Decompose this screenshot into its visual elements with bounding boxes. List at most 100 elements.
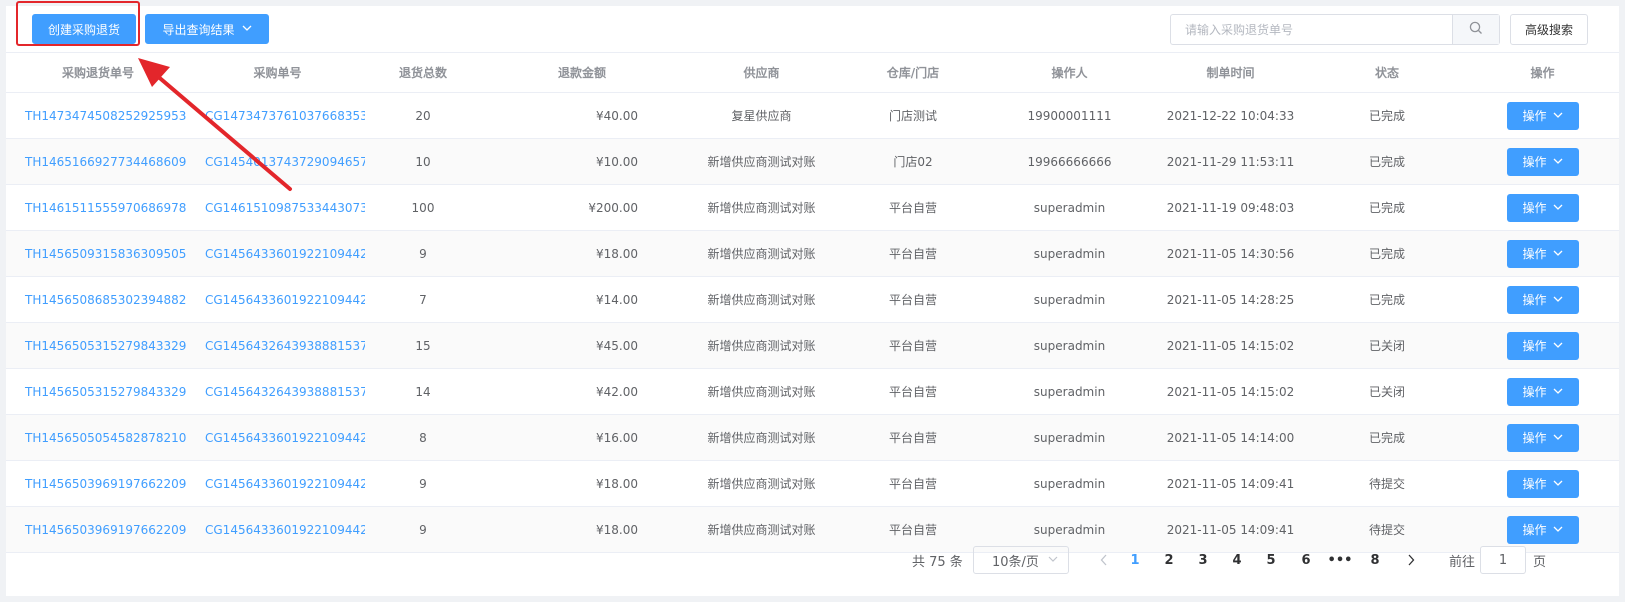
row-action-dropdown-button[interactable]: 操作 xyxy=(1506,423,1579,452)
row-action-dropdown-button[interactable]: 操作 xyxy=(1506,147,1579,176)
action-cell: 操作 xyxy=(1466,461,1619,506)
action-cell: 操作 xyxy=(1466,185,1619,230)
purchase-order-number-link[interactable]: CG1456433601922109442 xyxy=(190,461,365,506)
column-header: 供应商 xyxy=(743,66,780,80)
supplier-name: 新增供应商测试对账 xyxy=(707,201,816,215)
operator-name: superadmin xyxy=(1033,476,1106,491)
row-action-label: 操作 xyxy=(1522,201,1547,215)
purchase-order-number-link[interactable]: CG1456433601922109442 xyxy=(190,415,365,460)
refund-amount: ¥42.00 xyxy=(596,384,638,399)
return-order-number-link[interactable]: TH1473474508252925953 xyxy=(6,93,190,138)
advanced-search-button[interactable]: 高级搜索 xyxy=(1510,14,1588,45)
row-action-dropdown-button[interactable]: 操作 xyxy=(1506,193,1579,222)
export-results-button[interactable]: 导出查询结果 xyxy=(145,14,269,44)
page-size-select[interactable]: 10条/页 xyxy=(973,546,1069,574)
prev-page-button[interactable] xyxy=(1094,546,1114,574)
search-box xyxy=(1170,14,1500,45)
supplier-name: 新增供应商测试对账 xyxy=(707,155,816,169)
create-purchase-return-button[interactable]: 创建采购退货 xyxy=(32,14,136,44)
warehouse-store: 平台自营 xyxy=(888,477,937,491)
row-action-dropdown-button[interactable]: 操作 xyxy=(1506,469,1579,498)
supplier-name: 新增供应商测试对账 xyxy=(707,477,816,491)
purchase-order-number-link[interactable]: CG1456433601922109442 xyxy=(190,231,365,276)
row-action-dropdown-button[interactable]: 操作 xyxy=(1506,101,1579,130)
more-pages-ellipsis[interactable]: ••• xyxy=(1325,546,1355,574)
created-time: 2021-11-05 14:30:56 xyxy=(1166,246,1295,261)
table-row: TH1456505315279843329 CG14564326439388815… xyxy=(6,323,1619,369)
refund-amount: ¥16.00 xyxy=(596,430,638,445)
row-action-dropdown-button[interactable]: 操作 xyxy=(1506,239,1579,268)
return-order-number-link[interactable]: TH1461511555970686978 xyxy=(6,185,190,230)
return-quantity: 7 xyxy=(419,292,427,307)
return-order-number-link[interactable]: TH1456503969197662209 xyxy=(6,461,190,506)
action-cell: 操作 xyxy=(1466,139,1619,184)
column-header: 采购单号 xyxy=(253,66,302,80)
warehouse-store: 平台自营 xyxy=(888,247,937,261)
table-row: TH1456503969197662209 CG14564336019221094… xyxy=(6,461,1619,507)
status-text: 已完成 xyxy=(1368,155,1405,169)
page-number[interactable]: 8 xyxy=(1360,546,1390,574)
row-action-label: 操作 xyxy=(1522,109,1547,123)
page-number[interactable]: 1 xyxy=(1120,546,1150,574)
created-time: 2021-11-29 11:53:11 xyxy=(1166,154,1295,169)
chevron-down-icon xyxy=(1553,525,1563,535)
return-quantity: 14 xyxy=(415,384,431,399)
operator-name: superadmin xyxy=(1033,246,1106,261)
purchase-order-number-link[interactable]: CG1473473761037668353 xyxy=(190,93,365,138)
table-row: TH1456508685302394882 CG14564336019221094… xyxy=(6,277,1619,323)
return-order-number-link[interactable]: TH1456509315836309505 xyxy=(6,231,190,276)
table-row: TH1456505315279843329 CG14564326439388815… xyxy=(6,369,1619,415)
chevron-down-icon xyxy=(1553,295,1563,305)
supplier-name: 新增供应商测试对账 xyxy=(707,339,816,353)
search-button[interactable] xyxy=(1452,15,1499,44)
page-number[interactable]: 6 xyxy=(1291,546,1321,574)
page-number[interactable]: 5 xyxy=(1256,546,1286,574)
return-order-number-link[interactable]: TH1456505315279843329 xyxy=(6,369,190,414)
purchase-order-number-link[interactable]: CG1456433601922109442 xyxy=(190,277,365,322)
chevron-down-icon xyxy=(1553,479,1563,489)
purchase-order-number-link[interactable]: CG1454013743729094657 xyxy=(190,139,365,184)
page-number[interactable]: 4 xyxy=(1222,546,1252,574)
row-action-label: 操作 xyxy=(1522,385,1547,399)
return-order-number-link[interactable]: TH1465166927734468609 xyxy=(6,139,190,184)
refund-amount: ¥18.00 xyxy=(596,246,638,261)
return-quantity: 8 xyxy=(419,430,427,445)
purchase-order-number-link[interactable]: CG1456432643938881537 xyxy=(190,369,365,414)
column-header: 制单时间 xyxy=(1206,66,1255,80)
row-action-label: 操作 xyxy=(1522,339,1547,353)
created-time: 2021-11-05 14:28:25 xyxy=(1166,292,1295,307)
column-header: 退款金额 xyxy=(557,66,606,80)
return-order-number-link[interactable]: TH1456508685302394882 xyxy=(6,277,190,322)
jump-page-input[interactable] xyxy=(1480,546,1526,574)
created-time: 2021-11-05 14:15:02 xyxy=(1166,338,1295,353)
chevron-down-icon xyxy=(242,24,252,34)
supplier-name: 新增供应商测试对账 xyxy=(707,247,816,261)
create-button-label: 创建采购退货 xyxy=(47,22,120,37)
operator-name: 19966666666 xyxy=(1027,154,1112,169)
chevron-down-icon xyxy=(1553,157,1563,167)
row-action-dropdown-button[interactable]: 操作 xyxy=(1506,285,1579,314)
page-number[interactable]: 3 xyxy=(1188,546,1218,574)
page-number[interactable]: 2 xyxy=(1154,546,1184,574)
return-order-number-link[interactable]: TH1456505054582878210 xyxy=(6,415,190,460)
column-header: 操作 xyxy=(1530,66,1555,80)
next-page-button[interactable] xyxy=(1401,546,1421,574)
row-action-label: 操作 xyxy=(1522,477,1547,491)
search-input[interactable] xyxy=(1171,15,1452,44)
page-size-value: 10条/页 xyxy=(992,554,1039,570)
row-action-dropdown-button[interactable]: 操作 xyxy=(1506,515,1579,544)
row-action-dropdown-button[interactable]: 操作 xyxy=(1506,377,1579,406)
return-quantity: 100 xyxy=(411,200,435,215)
chevron-down-icon xyxy=(1553,111,1563,121)
operator-name: superadmin xyxy=(1033,430,1106,445)
row-action-dropdown-button[interactable]: 操作 xyxy=(1506,331,1579,360)
purchase-order-number-link[interactable]: CG1456432643938881537 xyxy=(190,323,365,368)
row-action-label: 操作 xyxy=(1522,293,1547,307)
table-row: TH1456505054582878210 CG14564336019221094… xyxy=(6,415,1619,461)
purchase-order-number-link[interactable]: CG1461510987533443073 xyxy=(190,185,365,230)
toolbar: 创建采购退货 导出查询结果 高级搜索 xyxy=(6,6,1619,52)
status-text: 已关闭 xyxy=(1368,385,1405,399)
table-row: TH1456509315836309505 CG14564336019221094… xyxy=(6,231,1619,277)
return-order-number-link[interactable]: TH1456505315279843329 xyxy=(6,323,190,368)
row-action-label: 操作 xyxy=(1522,523,1547,537)
